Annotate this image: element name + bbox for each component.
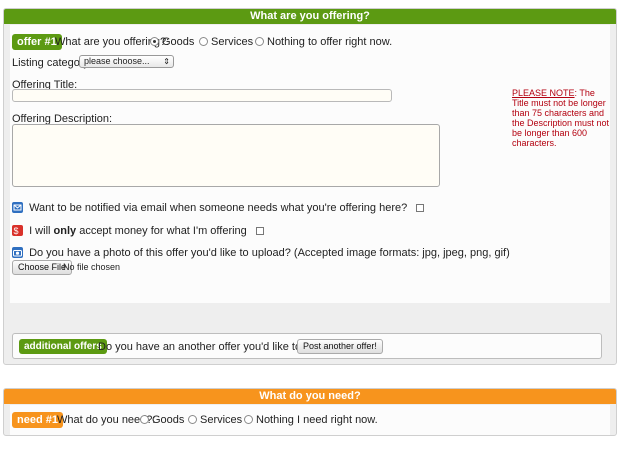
- notify-checkbox[interactable]: [416, 204, 425, 212]
- select-arrows-icon: ⇕: [163, 57, 170, 66]
- offering-title-input[interactable]: [12, 89, 392, 102]
- need-panel: What do you need?: [3, 388, 617, 436]
- money-checkbox[interactable]: [255, 227, 264, 235]
- radio-indicator[interactable]: [150, 37, 159, 46]
- need-radio-nothing-label: Nothing I need right now.: [256, 414, 378, 426]
- radio-indicator[interactable]: [140, 415, 149, 424]
- money-label-prefix: I will: [29, 225, 54, 237]
- need-radio-nothing[interactable]: Nothing I need right now.: [244, 414, 378, 426]
- notify-row: Want to be notified via email when someo…: [12, 202, 425, 214]
- offer-radio-services-label: Services: [211, 36, 254, 48]
- need-panel-header: What do you need?: [4, 389, 616, 404]
- listing-category-value: please choose...: [84, 56, 150, 66]
- radio-indicator[interactable]: [255, 37, 264, 46]
- notify-label: Want to be notified via email when someo…: [29, 202, 408, 214]
- note-heading: PLEASE NOTE: [512, 88, 575, 98]
- need-badge: need #1: [12, 412, 63, 428]
- no-file-chosen-text: No file chosen: [63, 262, 121, 272]
- radio-indicator[interactable]: [199, 37, 208, 46]
- offer-radio-nothing[interactable]: Nothing to offer right now.: [255, 36, 392, 48]
- radio-indicator[interactable]: [188, 415, 197, 424]
- offer-radio-goods[interactable]: Goods: [150, 36, 194, 48]
- money-row: $ I will only accept money for what I'm …: [12, 225, 264, 237]
- photo-label: Do you have a photo of this offer you'd …: [29, 247, 510, 259]
- need-radio-goods[interactable]: Goods: [140, 414, 184, 426]
- money-label-suffix: accept money for what I'm offering: [76, 225, 247, 237]
- offer-radio-services[interactable]: Services: [199, 36, 253, 48]
- offer-radio-nothing-label: Nothing to offer right now.: [267, 36, 393, 48]
- offer-radio-goods-label: Goods: [162, 36, 195, 48]
- radio-indicator[interactable]: [244, 415, 253, 424]
- photo-row: Do you have a photo of this offer you'd …: [12, 247, 510, 259]
- money-label-bold: only: [53, 225, 77, 237]
- listing-category-select[interactable]: please choose... ⇕: [79, 55, 174, 68]
- post-another-offer-button[interactable]: Post another offer!: [297, 339, 383, 354]
- envelope-icon: [12, 202, 23, 213]
- need-radio-services-label: Services: [200, 414, 243, 426]
- need-radio-services[interactable]: Services: [188, 414, 242, 426]
- additional-offers-box: additional offers Do you have an another…: [12, 333, 602, 359]
- camera-icon: [12, 247, 23, 258]
- need-radio-goods-label: Goods: [152, 414, 185, 426]
- offering-description-textarea[interactable]: [12, 124, 440, 187]
- svg-text:$: $: [14, 226, 19, 236]
- please-note: PLEASE NOTE: The Title must not be longe…: [512, 88, 610, 148]
- additional-offers-badge: additional offers: [19, 339, 107, 354]
- money-icon: $: [12, 225, 23, 236]
- offer-panel-header: What are you offering?: [4, 9, 616, 24]
